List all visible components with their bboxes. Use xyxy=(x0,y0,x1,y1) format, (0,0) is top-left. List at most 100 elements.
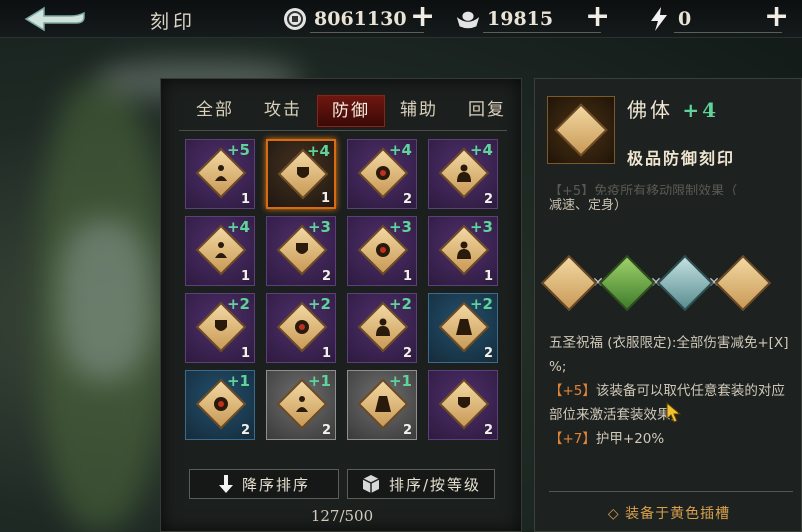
meditating-figure-icon xyxy=(296,396,308,412)
cape-icon xyxy=(375,396,391,412)
mask-icon xyxy=(656,254,714,312)
item-name: 佛体 +4 xyxy=(627,94,719,123)
slot-count: 2 xyxy=(483,346,493,361)
slot-level: +2 xyxy=(388,295,412,313)
green-orb-icon xyxy=(598,254,656,312)
coin-resource: 8061130 xyxy=(282,4,428,34)
slot-level: +2 xyxy=(226,295,250,313)
tab-2[interactable]: 防御 xyxy=(317,95,385,127)
slot-count: 2 xyxy=(240,423,250,438)
sort-by-level-button[interactable]: 排序/按等级 xyxy=(347,469,495,499)
bonus-7: 【+7】护甲+20% xyxy=(549,427,793,451)
coin-amount: 8061130 xyxy=(314,8,407,30)
engraving-slot[interactable]: +2 1 xyxy=(185,293,255,363)
slot-level: +4 xyxy=(226,218,250,236)
slot-count: 2 xyxy=(483,423,493,438)
divider xyxy=(179,130,507,131)
engraving-slot[interactable]: +1 2 xyxy=(347,370,417,440)
slot-count: 1 xyxy=(402,269,412,284)
shield-icon xyxy=(215,320,227,331)
engraving-slot[interactable]: +1 2 xyxy=(266,370,336,440)
slot-count: 1 xyxy=(321,346,331,361)
engraving-slot[interactable]: 2 xyxy=(428,370,498,440)
engraving-slot[interactable]: +5 1 xyxy=(185,139,255,209)
lightning-icon xyxy=(646,6,672,32)
tab-4[interactable]: 回复 xyxy=(453,95,521,127)
tab-3[interactable]: 辅助 xyxy=(385,95,453,127)
background-scenery xyxy=(60,220,150,380)
slot-level: +4 xyxy=(388,141,412,159)
slot-level: +3 xyxy=(307,218,331,236)
engraving-slot[interactable]: +4 2 xyxy=(347,139,417,209)
slot-count: 2 xyxy=(321,269,331,284)
description-line: 减速、定身） xyxy=(549,198,628,213)
shield-icon xyxy=(296,243,308,254)
meditating-figure-icon xyxy=(540,254,598,312)
item-level: +4 xyxy=(682,98,720,122)
engraving-slot[interactable]: +4 1 xyxy=(266,139,336,209)
silver-resource: 19815 xyxy=(455,4,605,34)
engraving-slot[interactable]: +1 2 xyxy=(185,370,255,440)
shield-icon xyxy=(714,254,772,312)
item-name-text: 佛体 xyxy=(627,98,673,122)
equip-yellow-slot-button[interactable]: ◇ 装备于黄色插槽 xyxy=(535,503,802,523)
cursor-icon xyxy=(666,402,682,423)
slot-count: 1 xyxy=(483,269,493,284)
engraving-slot[interactable]: +4 1 xyxy=(185,216,255,286)
slot-level: +2 xyxy=(469,295,493,313)
slot-level: +4 xyxy=(306,142,330,160)
slot-count: 1 xyxy=(240,269,250,284)
slot-count: 1 xyxy=(240,346,250,361)
silver-amount: 19815 xyxy=(487,8,554,30)
down-arrow-icon xyxy=(218,475,233,493)
add-silver-button[interactable]: + xyxy=(585,2,610,32)
slot-level: +1 xyxy=(388,372,412,390)
engraving-slot[interactable]: +3 2 xyxy=(266,216,336,286)
add-coins-button[interactable]: + xyxy=(410,2,435,32)
sort-by-level-label: 排序/按等级 xyxy=(388,475,482,494)
back-arrow-icon[interactable] xyxy=(18,4,88,34)
slot-count: 1 xyxy=(240,192,250,207)
set-bonus-description: 五圣祝福 (衣服限定):全部伤害减免+[X] %; xyxy=(549,335,789,375)
engraving-slot[interactable]: +2 2 xyxy=(347,293,417,363)
tab-0[interactable]: 全部 xyxy=(181,95,249,127)
engraving-slot[interactable]: +4 2 xyxy=(428,139,498,209)
set-pieces-row: ✕ ✕ ✕ xyxy=(540,254,772,312)
item-grade: 极品防御刻印 xyxy=(627,149,736,168)
bonus-7-tag: 【+7】 xyxy=(549,431,596,447)
cape-icon xyxy=(456,319,472,335)
description-partial-line: 【+5】免疫所有移动限制效果（ xyxy=(549,184,738,195)
engraving-slot[interactable]: +2 1 xyxy=(266,293,336,363)
armor-icon xyxy=(376,166,390,180)
shield-icon xyxy=(297,167,309,178)
slot-count: 2 xyxy=(483,192,493,207)
engraving-slot[interactable]: +3 1 xyxy=(428,216,498,286)
slot-level: +1 xyxy=(226,372,250,390)
meditating-figure-icon xyxy=(215,242,227,258)
torso-icon xyxy=(457,164,471,182)
tab-1[interactable]: 攻击 xyxy=(249,95,317,127)
silver-ingot-icon xyxy=(455,6,481,32)
slot-count: 2 xyxy=(402,192,412,207)
sort-descending-label: 降序排序 xyxy=(241,475,310,494)
armor-icon xyxy=(295,320,309,334)
bonus-5-tag: 【+5】 xyxy=(549,383,596,399)
torso-icon xyxy=(376,318,390,336)
sort-descending-button[interactable]: 降序排序 xyxy=(189,469,339,499)
slot-count: 2 xyxy=(321,423,331,438)
slot-level: +3 xyxy=(388,218,412,236)
engraving-slot[interactable]: +2 2 xyxy=(428,293,498,363)
inventory-count: 127/500 xyxy=(310,507,374,525)
armor-icon xyxy=(214,397,228,411)
engraving-detail-panel: 佛体 +4 极品防御刻印 【+5】免疫所有移动限制效果（ 减速、定身） ✕ ✕ … xyxy=(534,78,802,532)
cube-icon xyxy=(362,475,380,493)
selected-engraving-icon xyxy=(547,96,615,164)
engraving-slot[interactable]: +3 1 xyxy=(347,216,417,286)
add-energy-button[interactable]: + xyxy=(764,2,789,32)
bonus-7-text: 护甲+20% xyxy=(595,431,665,447)
slot-count: 2 xyxy=(402,423,412,438)
slot-level: +2 xyxy=(307,295,331,313)
slot-level: +4 xyxy=(469,141,493,159)
slot-level: +1 xyxy=(307,372,331,390)
engraving-inventory-panel: 全部 攻击 防御 辅助 回复 +5 1 +4 1 +4 2 +4 2 +4 1 +3 2 +3 1 +3 1 +2 1 +2… xyxy=(160,78,522,532)
